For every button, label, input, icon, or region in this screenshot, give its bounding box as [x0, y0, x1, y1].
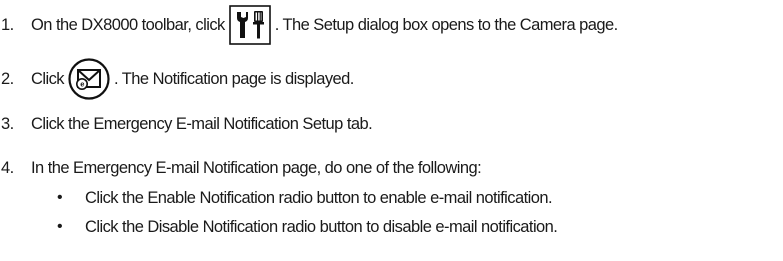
email-notification-icon: e [68, 58, 110, 100]
step-number: 1. [1, 15, 14, 34]
step-3: 3. Click the Emergency E-mail Notificati… [0, 112, 373, 136]
step-2: 2. Click e . The Notification page is di… [0, 58, 354, 100]
bullet-item: • Click the Disable Notification radio b… [0, 215, 558, 239]
step-text-before: On the DX8000 toolbar, click [31, 15, 225, 34]
svg-text:e: e [80, 79, 84, 88]
step-text-before: Click [31, 69, 65, 88]
step-number: 4. [1, 158, 14, 177]
step-4: 4. In the Emergency E-mail Notification … [0, 156, 482, 180]
step-text-after: . The Setup dialog box opens to the Came… [274, 15, 619, 34]
step-text: In the Emergency E-mail Notification pag… [31, 158, 482, 177]
bullet-text: Click the Enable Notification radio butt… [85, 188, 553, 207]
bullet-marker: • [57, 189, 63, 206]
bullet-text: Click the Disable Notification radio but… [85, 217, 558, 236]
step-1: 1. On the DX8000 toolbar, click . The Se… [0, 5, 618, 45]
step-number: 2. [1, 69, 14, 88]
setup-tools-icon [228, 5, 271, 45]
bullet-item: • Click the Enable Notification radio bu… [0, 186, 553, 210]
step-number: 3. [1, 114, 14, 133]
step-text-after: . The Notification page is displayed. [114, 69, 354, 88]
step-text: Click the Emergency E-mail Notification … [31, 114, 373, 133]
instruction-document: 1. On the DX8000 toolbar, click . The Se… [0, 0, 783, 261]
bullet-marker: • [57, 218, 63, 235]
